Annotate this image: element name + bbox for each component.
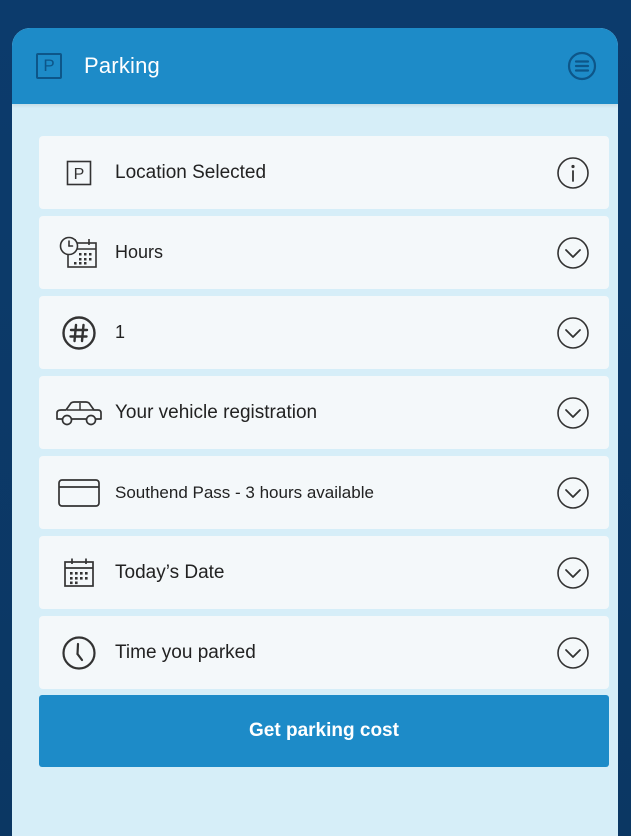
app-header: P Parking	[12, 28, 618, 104]
page-title: Parking	[84, 53, 160, 78]
date-label: Today’s Date	[115, 561, 225, 583]
chevron-down-circle-icon	[557, 476, 589, 509]
parking-card: P Parking P Location Selected Hours 1 Yo…	[12, 28, 618, 836]
hash-circle-icon	[53, 313, 105, 353]
vehicle-registration-row[interactable]: Your vehicle registration	[39, 376, 609, 449]
info-button[interactable]	[555, 155, 591, 191]
payment-pass-label: Southend Pass - 3 hours available	[115, 482, 374, 502]
vehicle-dropdown-button[interactable]	[555, 395, 591, 431]
menu-button[interactable]	[566, 50, 598, 82]
time-dropdown-button[interactable]	[555, 635, 591, 671]
parking-logo-glyph: P	[43, 56, 55, 75]
chevron-down-circle-icon	[557, 636, 589, 669]
chevron-down-circle-icon	[557, 556, 589, 589]
hours-label: Hours	[115, 242, 164, 262]
chevron-down-circle-icon	[557, 316, 589, 349]
payment-pass-row[interactable]: Southend Pass - 3 hours available	[39, 456, 609, 529]
date-row[interactable]: Today’s Date	[39, 536, 609, 609]
quantity-value: 1	[115, 322, 126, 342]
pass-dropdown-button[interactable]	[555, 475, 591, 511]
card-icon	[53, 473, 105, 513]
time-label: Time you parked	[115, 641, 256, 663]
vehicle-registration-label: Your vehicle registration	[115, 401, 318, 423]
hours-dropdown-button[interactable]	[555, 235, 591, 271]
chevron-down-circle-icon	[557, 236, 589, 269]
quantity-row[interactable]: 1	[39, 296, 609, 369]
hours-row[interactable]: Hours	[39, 216, 609, 289]
location-row[interactable]: P Location Selected	[39, 136, 609, 209]
info-icon	[557, 156, 589, 189]
parking-form: P Location Selected Hours 1 Your vehicle…	[39, 136, 609, 696]
location-label: Location Selected	[115, 161, 267, 183]
quantity-dropdown-button[interactable]	[555, 315, 591, 351]
clock-icon	[53, 633, 105, 673]
car-icon	[53, 393, 105, 433]
date-dropdown-button[interactable]	[555, 555, 591, 591]
chevron-down-circle-icon	[557, 396, 589, 429]
clock-calendar-icon	[53, 233, 105, 273]
parking-logo-icon: P	[36, 53, 62, 79]
parking-sign-glyph: P	[74, 166, 85, 183]
time-row[interactable]: Time you parked	[39, 616, 609, 689]
calendar-icon	[53, 553, 105, 593]
menu-circle-icon	[567, 51, 597, 81]
parking-sign-icon: P	[53, 153, 105, 193]
get-parking-cost-button[interactable]: Get parking cost	[39, 695, 609, 767]
